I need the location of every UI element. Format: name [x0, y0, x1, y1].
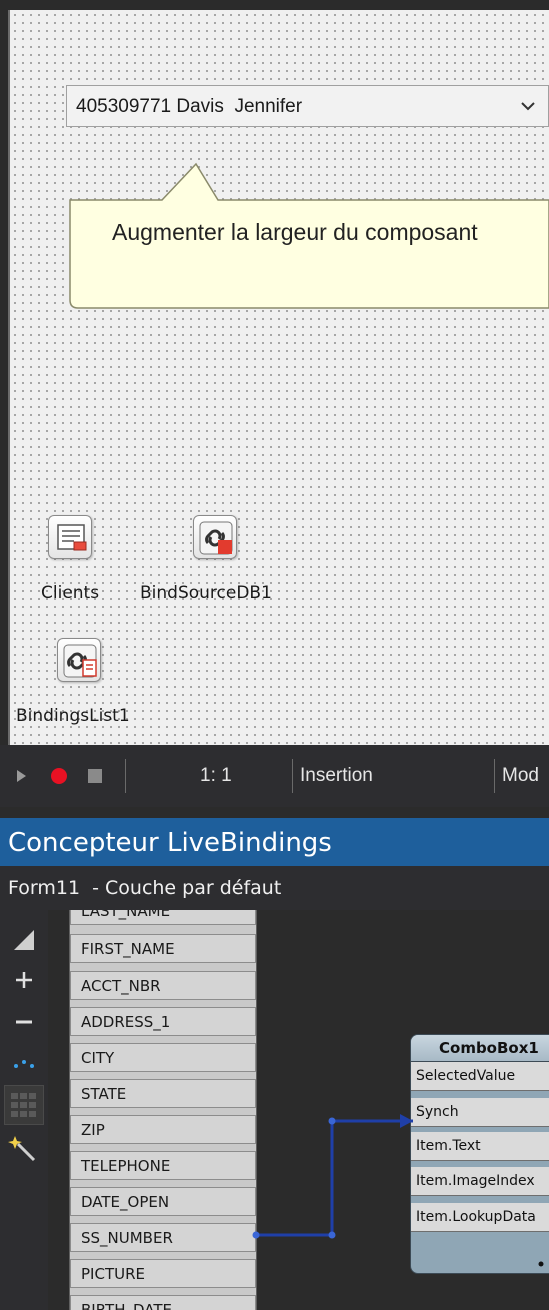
- zoom-slider-icon[interactable]: [6, 922, 42, 958]
- field-row[interactable]: FIRST_NAME: [70, 934, 256, 963]
- dataset-icon: [48, 515, 92, 559]
- field-row[interactable]: ACCT_NBR: [70, 971, 256, 1000]
- field-row[interactable]: TELEPHONE: [70, 1151, 256, 1180]
- combobox-value: 405309771 Davis Jennifer: [76, 96, 303, 117]
- chevron-down-icon[interactable]: [516, 94, 540, 118]
- separator: [125, 759, 126, 793]
- designer-top-border: [0, 0, 549, 10]
- modified-indicator: Mod: [502, 765, 539, 786]
- node-member[interactable]: Item.LookupData: [411, 1203, 549, 1232]
- node-member[interactable]: Item.Text: [411, 1132, 549, 1161]
- node-resize-grip-icon[interactable]: [537, 1260, 545, 1268]
- component-clients[interactable]: Clients: [40, 515, 120, 610]
- magic-wand-icon[interactable]: [6, 1132, 42, 1168]
- node-header[interactable]: ComboBox1: [411, 1035, 549, 1062]
- form-frame-edge: [8, 10, 10, 745]
- node-member[interactable]: Synch: [411, 1098, 549, 1127]
- field-row[interactable]: SS_NUMBER: [70, 1223, 256, 1252]
- separator: [494, 759, 495, 793]
- combobox1-node[interactable]: ComboBox1 SelectedValue Synch Item.Text …: [410, 1034, 549, 1274]
- form-designer[interactable]: 405309771 Davis Jennifer Augmenter la la…: [0, 0, 549, 745]
- combobox-control[interactable]: 405309771 Davis Jennifer: [66, 85, 549, 127]
- field-row[interactable]: STATE: [70, 1079, 256, 1108]
- component-label: BindingsList1: [16, 706, 130, 726]
- field-row[interactable]: ZIP: [70, 1115, 256, 1144]
- bind-source-icon: [193, 515, 237, 559]
- stop-icon[interactable]: [87, 768, 103, 784]
- field-row[interactable]: ADDRESS_1: [70, 1007, 256, 1036]
- callout-text: Augmenter la largeur du composant: [112, 219, 478, 245]
- cursor-position: 1: 1: [200, 765, 232, 786]
- editor-status-bar: 1: 1 Insertion Mod: [0, 745, 549, 807]
- insert-mode[interactable]: Insertion: [300, 765, 373, 787]
- livebindings-toolbar: [0, 910, 48, 1310]
- field-row[interactable]: BIRTH_DATE: [70, 1295, 256, 1310]
- designer-left-border: [0, 0, 8, 745]
- panel-title: Concepteur LiveBindings: [8, 828, 332, 858]
- separator: [292, 759, 293, 793]
- component-bindingslist1[interactable]: BindingsList1: [16, 638, 186, 733]
- bindings-list-icon: [57, 638, 101, 682]
- grid-layout-icon[interactable]: [4, 1085, 44, 1125]
- zoom-out-icon[interactable]: [6, 1004, 42, 1040]
- field-row[interactable]: DATE_OPEN: [70, 1187, 256, 1216]
- fit-to-window-icon[interactable]: [6, 1046, 42, 1082]
- layer-title: Form11 - Couche par défaut: [8, 877, 282, 899]
- component-label: Clients: [41, 583, 100, 603]
- dataset-fields-node[interactable]: LAST_NAME FIRST_NAME ACCT_NBR ADDRESS_1 …: [69, 910, 257, 1310]
- zoom-in-icon[interactable]: [6, 962, 42, 998]
- livebindings-layer-bar: Form11 - Couche par défaut: [0, 866, 549, 910]
- play-icon[interactable]: [16, 769, 28, 783]
- component-label: BindSourceDB1: [140, 583, 272, 603]
- record-icon[interactable]: [50, 767, 68, 785]
- component-bindsourcedb1[interactable]: BindSourceDB1: [140, 515, 310, 610]
- node-member[interactable]: Item.ImageIndex: [411, 1167, 549, 1196]
- field-row[interactable]: PICTURE: [70, 1259, 256, 1288]
- field-row[interactable]: CITY: [70, 1043, 256, 1072]
- livebindings-titlebar: Concepteur LiveBindings: [0, 818, 549, 866]
- field-row[interactable]: LAST_NAME: [70, 910, 256, 925]
- node-member[interactable]: SelectedValue: [411, 1062, 549, 1091]
